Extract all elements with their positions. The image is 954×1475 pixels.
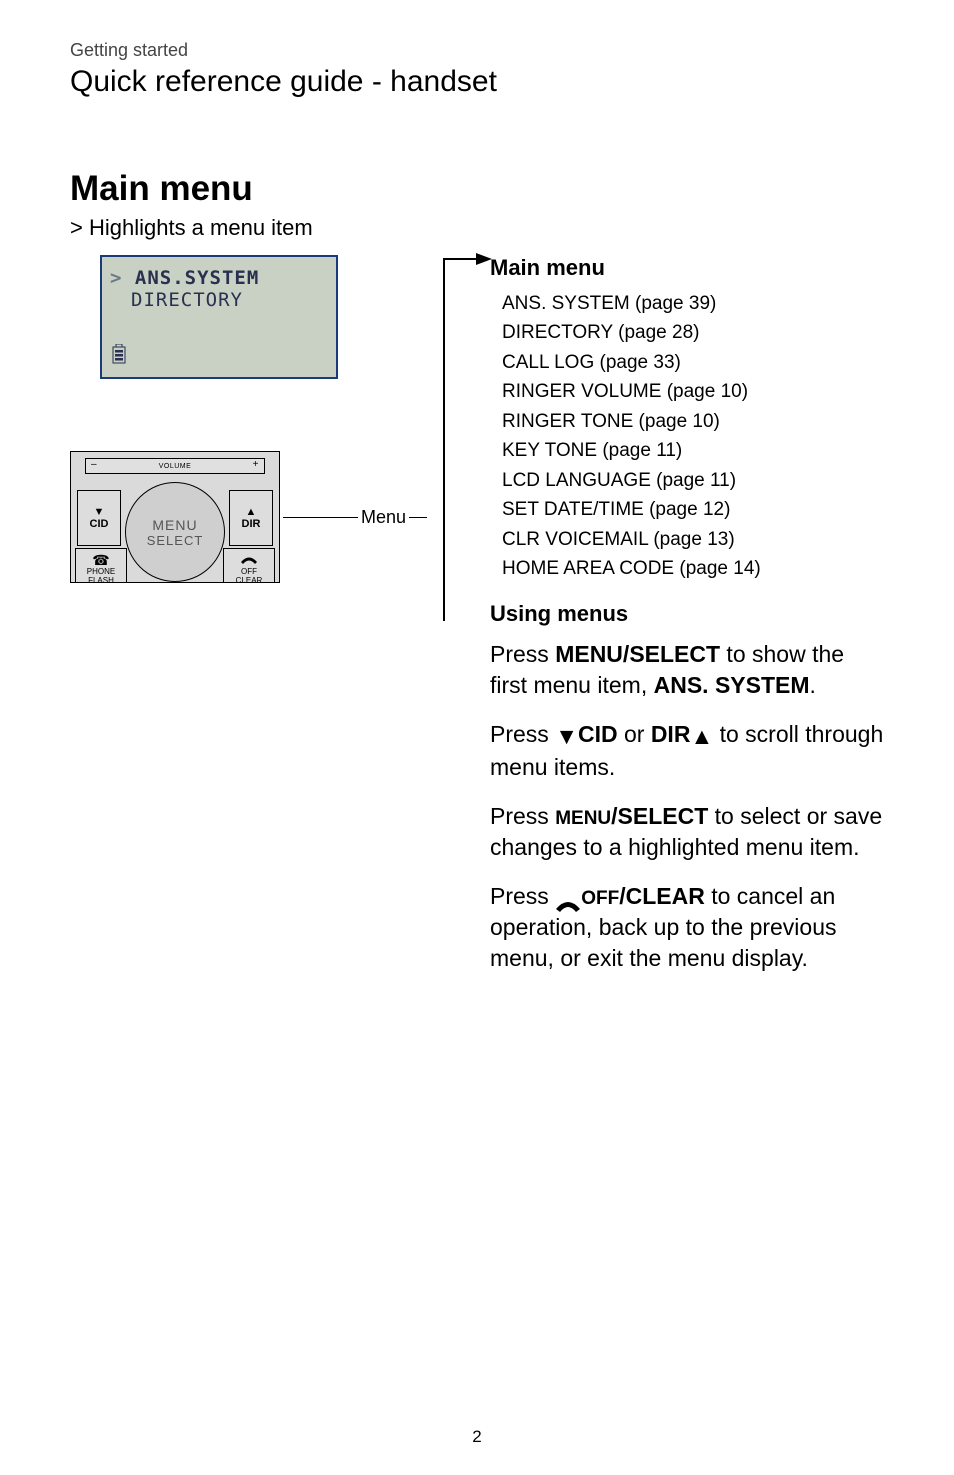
- menu-item: KEY TONE (page 11): [502, 436, 884, 465]
- menu-item: HOME AREA CODE (page 14): [502, 554, 884, 583]
- lcd-screen: ANS.SYSTEM DIRECTORY: [100, 255, 338, 379]
- highlight-note: > Highlights a menu item: [70, 215, 884, 241]
- cid-key: ▼ CID: [77, 490, 121, 546]
- menu-callout: Menu: [280, 507, 430, 528]
- instruction-1: Press MENU/SELECT to show the first menu…: [490, 639, 884, 701]
- volume-bar: VOLUME: [85, 458, 265, 474]
- menu-item: SET DATE/TIME (page 12): [502, 495, 884, 524]
- using-menus-title: Using menus: [490, 601, 884, 627]
- menu-select-ring: MENU SELECT: [125, 482, 225, 582]
- handset-illustration: VOLUME ▼ CID MENU SELECT ▲ DIR ☎: [70, 451, 280, 583]
- menu-item: RINGER VOLUME (page 10): [502, 377, 884, 406]
- phone-flash-key: ☎ PHONE FLASH: [75, 548, 127, 583]
- menu-item-list: ANS. SYSTEM (page 39) DIRECTORY (page 28…: [502, 289, 884, 583]
- page-title: Quick reference guide - handset: [70, 65, 884, 99]
- off-clear-key: OFF CLEAR: [223, 548, 275, 583]
- battery-icon: [112, 344, 126, 369]
- lcd-line-2: DIRECTORY: [110, 289, 328, 311]
- hangup-icon: [555, 890, 581, 905]
- down-triangle-icon: ▼: [555, 721, 578, 752]
- up-triangle-icon: ▲: [690, 721, 713, 752]
- page-number: 2: [0, 1427, 954, 1447]
- dir-key: ▲ DIR: [229, 490, 273, 546]
- instruction-2: Press ▼CID or DIR▲ to scroll through men…: [490, 719, 884, 782]
- menu-item: ANS. SYSTEM (page 39): [502, 289, 884, 318]
- instruction-3: Press MENU/SELECT to select or save chan…: [490, 801, 884, 863]
- menu-item: CALL LOG (page 33): [502, 348, 884, 377]
- menu-item: CLR VOICEMAIL (page 13): [502, 525, 884, 554]
- breadcrumb: Getting started: [70, 40, 884, 61]
- section-heading: Main menu: [70, 169, 884, 209]
- right-menu-title: Main menu: [490, 255, 884, 281]
- lcd-line-1: ANS.SYSTEM: [110, 267, 328, 289]
- instruction-4: Press OFF/CLEAR to cancel an operation, …: [490, 881, 884, 974]
- menu-item: LCD LANGUAGE (page 11): [502, 466, 884, 495]
- menu-item: RINGER TONE (page 10): [502, 407, 884, 436]
- menu-item: DIRECTORY (page 28): [502, 318, 884, 347]
- connector-arrow-icon: [438, 251, 494, 625]
